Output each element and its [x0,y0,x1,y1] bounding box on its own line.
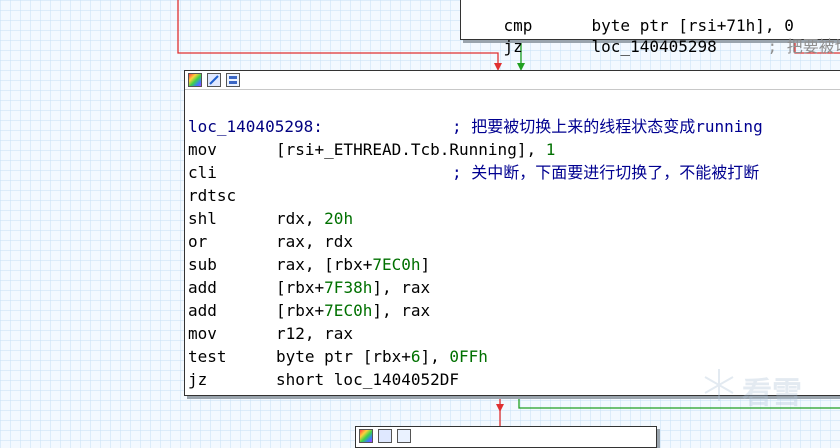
comment: ; 关中断，下面要进行切换了，不能被打断 [452,163,760,182]
immediate-value: 0FFh [449,347,488,366]
mnemonic: add [188,301,217,320]
code-line: cmp [465,0,533,35]
operand-text: ] [420,255,431,274]
operands: byte ptr [rbx+6], 0FFh [276,346,488,368]
color-palette-icon[interactable] [359,429,373,443]
code-line: byte ptr [rsi+71h], 0 [553,0,794,35]
mnemonic: jz [503,37,523,56]
code-line: loc_140405298 [553,14,717,56]
mnemonic: sub [188,255,217,274]
snowflake-icon [704,369,734,401]
operand-text: [rsi+_ETHREAD.Tcb.Running], [276,140,546,159]
immediate-value: 7F38h [324,278,373,297]
jump-target[interactable]: loc_140405298 [592,37,717,56]
operand-text: byte ptr [rbx+ [276,347,411,366]
operand-text: short loc_1404052DF [276,370,460,389]
edge-false-branch [177,0,499,68]
operands: [rbx+7F38h], rax [276,277,430,299]
location-label[interactable]: loc_140405298: [188,116,323,138]
watermark-text: 看雪 [742,376,802,411]
operand-text: rax, [rbx+ [276,255,373,274]
mnemonic: mov [188,140,217,159]
mnemonic: cli [188,163,217,182]
comment: ; 把要被切换 [767,37,840,56]
mnemonic: mov [188,324,217,343]
operand-text: ], rax [372,278,431,297]
edit-node-icon[interactable] [378,429,392,443]
code-line: ; 把要被切换 [729,14,840,56]
mnemonic: add [188,278,217,297]
operands: rdx, 20h [276,208,353,230]
operands: rax, rdx [276,231,353,253]
operand-text: [rbx+ [276,278,325,297]
operands: [rbx+7EC0h], rax [276,300,430,322]
operand-text: rdx, [276,209,325,228]
bottom-code-block[interactable] [355,426,657,448]
edge-out-red-arrow [496,404,504,412]
graph-view-icon[interactable] [397,429,411,443]
immediate-value: 7EC0h [372,255,421,274]
mnemonic: jz [188,370,208,389]
immediate-value: 7EC0h [324,301,373,320]
mnemonic: rdtsc [188,186,237,205]
mnemonic: shl [188,209,217,228]
operand-text: rax, rdx [276,232,354,251]
operand-text: ], rax [372,301,431,320]
node-toolbar [185,71,840,90]
graph-view-icon[interactable] [226,73,240,87]
code-line: jz [465,14,523,56]
main-code-block[interactable]: loc_140405298: ; 把要被切换上来的线程状态变成running m… [184,70,840,396]
mnemonic: test [188,347,227,366]
immediate-value: 20h [324,209,354,228]
comment: ; 把要被切换上来的线程状态变成running [452,117,763,136]
color-palette-icon[interactable] [188,73,202,87]
edit-node-icon[interactable] [207,73,221,87]
operand-text: r12, rax [276,324,354,343]
immediate-value: 1 [545,140,556,159]
immediate-value: 6 [410,347,421,366]
operand-text: [rbx+ [276,301,325,320]
operands: r12, rax [276,323,353,345]
operand-text: ], [420,347,450,366]
operands: rax, [rbx+7EC0h] [276,254,430,276]
top-code-block[interactable]: cmp byte ptr [rsi+71h], 0 jz loc_1404052… [460,0,840,56]
operands: [rsi+_ETHREAD.Tcb.Running], 1 [276,139,555,161]
operands: short loc_1404052DF [276,369,459,391]
mnemonic: or [188,232,208,251]
